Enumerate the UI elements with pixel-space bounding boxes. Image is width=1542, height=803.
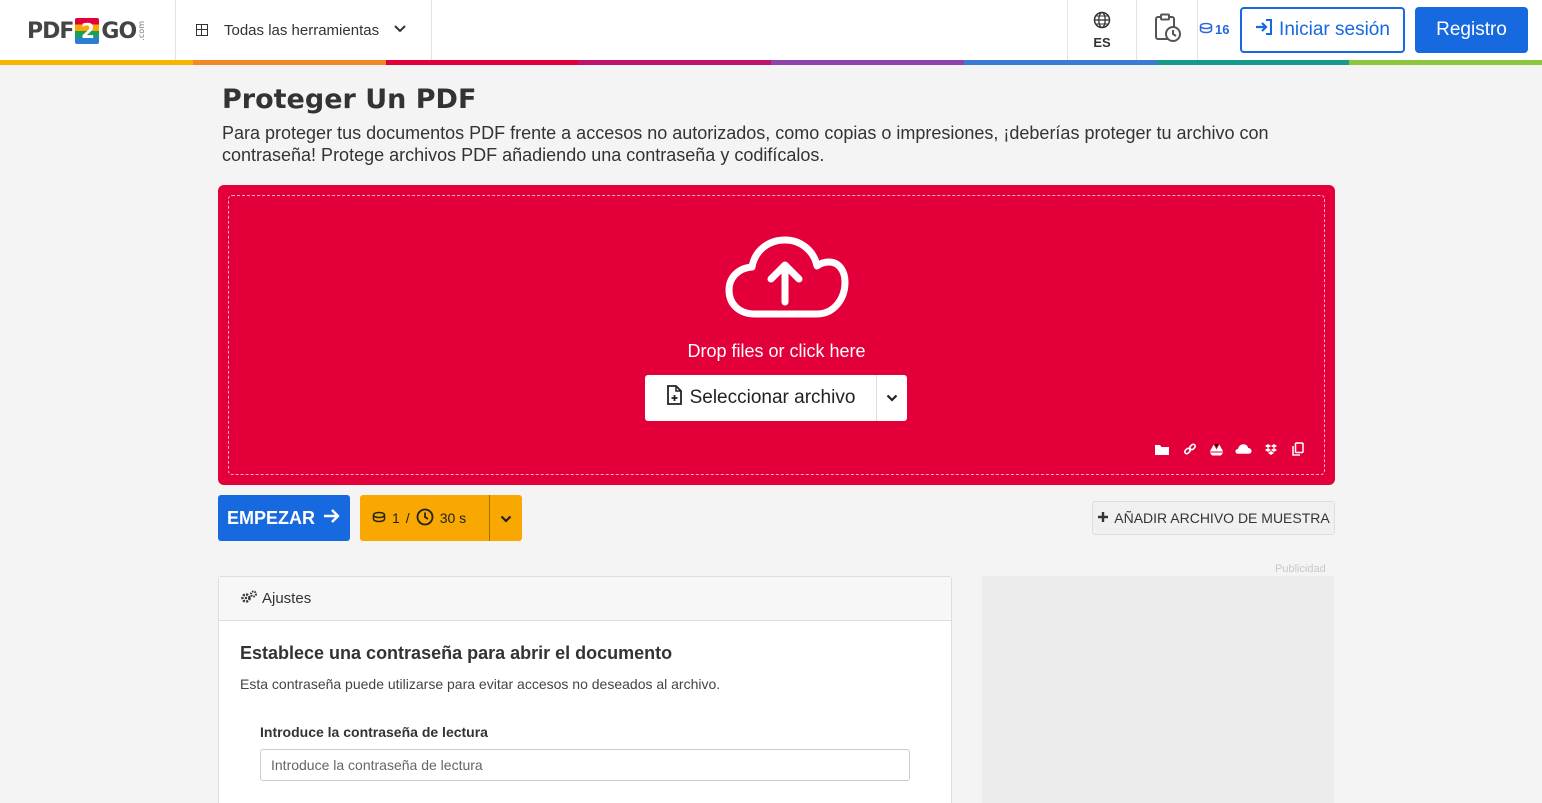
register-button[interactable]: Registro bbox=[1415, 7, 1528, 53]
settings-subtitle: Esta contraseña puede utilizarse para ev… bbox=[240, 676, 721, 692]
rainbow-segment bbox=[0, 60, 193, 65]
coin-stack-icon bbox=[1199, 22, 1213, 37]
rainbow-segment bbox=[192, 60, 386, 65]
rainbow-segment bbox=[771, 60, 964, 65]
chevron-down-icon bbox=[886, 389, 898, 407]
credits-counter[interactable]: 16 bbox=[1199, 22, 1229, 37]
all-tools-dropdown[interactable]: Todas las herramientas bbox=[176, 0, 432, 60]
ad-label: Publicidad bbox=[1275, 563, 1326, 575]
clipboard-icon[interactable] bbox=[1289, 442, 1306, 456]
cost-credits: 1 bbox=[392, 510, 400, 526]
add-sample-file-button[interactable]: AÑADIR ARCHIVO DE MUESTRA bbox=[1092, 501, 1335, 535]
divider bbox=[431, 0, 432, 60]
history-button[interactable] bbox=[1137, 0, 1197, 60]
globe-icon bbox=[1093, 11, 1111, 32]
rainbow-segment bbox=[1156, 60, 1350, 65]
plus-icon bbox=[1097, 510, 1109, 526]
cloud-upload-icon bbox=[725, 236, 849, 325]
select-file-label: Seleccionar archivo bbox=[689, 387, 856, 408]
rainbow-segment bbox=[1349, 60, 1542, 65]
logo-text-left: PDF bbox=[27, 18, 74, 44]
cost-info: 1 / 30 s bbox=[360, 495, 489, 541]
dropzone-prompt: Drop files or click here bbox=[687, 341, 866, 361]
login-button[interactable]: Iniciar sesión bbox=[1240, 7, 1405, 53]
file-add-icon bbox=[666, 385, 682, 411]
coin-stack-icon bbox=[372, 510, 386, 526]
language-selector[interactable]: ES bbox=[1068, 0, 1136, 60]
settings-header-label: Ajustes bbox=[262, 590, 312, 607]
onedrive-icon[interactable] bbox=[1235, 442, 1252, 456]
top-header: PDF 2 GO .com Todas las herramientas ES … bbox=[0, 0, 1542, 60]
chevron-down-icon bbox=[500, 510, 512, 526]
dropzone-inner: Drop files or click here Seleccionar arc… bbox=[228, 195, 1325, 475]
settings-body: Establece una contraseña para abrir el d… bbox=[219, 621, 951, 801]
settings-header: Ajustes bbox=[219, 577, 951, 621]
chevron-down-icon bbox=[393, 23, 407, 37]
cost-time: 30 s bbox=[439, 510, 467, 526]
ad-slot bbox=[982, 576, 1334, 803]
folder-icon[interactable] bbox=[1154, 442, 1171, 456]
select-source-dropdown[interactable] bbox=[876, 375, 907, 421]
rainbow-segment bbox=[385, 60, 579, 65]
login-label: Iniciar sesión bbox=[1279, 19, 1390, 40]
start-button[interactable]: EMPEZAR bbox=[218, 495, 350, 541]
language-code: ES bbox=[1093, 34, 1111, 50]
upload-sources bbox=[1154, 442, 1306, 456]
dropbox-icon[interactable] bbox=[1262, 442, 1279, 456]
link-icon[interactable] bbox=[1181, 442, 1198, 456]
cost-dropdown[interactable] bbox=[489, 495, 522, 541]
settings-panel: Ajustes Establece una contraseña para ab… bbox=[218, 576, 952, 803]
file-dropzone[interactable]: Drop files or click here Seleccionar arc… bbox=[218, 185, 1335, 485]
credits-value: 16 bbox=[1215, 22, 1230, 37]
page-description: Para proteger tus documentos PDF frente … bbox=[222, 123, 1269, 165]
logo-mark: 2 bbox=[75, 18, 100, 44]
arrow-right-icon bbox=[323, 508, 341, 529]
start-label: EMPEZAR bbox=[226, 507, 315, 528]
rainbow-bar bbox=[0, 60, 1542, 65]
settings-title: Establece una contraseña para abrir el d… bbox=[240, 643, 673, 663]
add-sample-label: AÑADIR ARCHIVO DE MUESTRA bbox=[1114, 510, 1330, 526]
google-drive-icon[interactable] bbox=[1208, 442, 1225, 456]
select-file-button-group: Seleccionar archivo bbox=[645, 375, 907, 421]
rainbow-segment bbox=[963, 60, 1157, 65]
gears-icon bbox=[240, 590, 258, 608]
rainbow-segment bbox=[578, 60, 771, 65]
read-password-input[interactable] bbox=[260, 749, 910, 781]
page-title: Proteger Un PDF bbox=[222, 84, 477, 115]
clipboard-clock-icon bbox=[1152, 13, 1182, 48]
logo-suffix: .com bbox=[137, 21, 147, 41]
select-file-button[interactable]: Seleccionar archivo bbox=[645, 375, 876, 421]
grid-icon bbox=[196, 24, 208, 36]
pdf2go-logo[interactable]: PDF 2 GO .com bbox=[27, 16, 146, 46]
conversion-cost-button[interactable]: 1 / 30 s bbox=[360, 495, 522, 541]
register-label: Registro bbox=[1436, 19, 1507, 40]
clock-icon bbox=[416, 508, 434, 529]
sign-in-icon bbox=[1255, 19, 1273, 41]
cost-separator: / bbox=[405, 510, 410, 526]
read-password-label: Introduce la contraseña de lectura bbox=[260, 724, 488, 740]
logo-text-right: GO bbox=[101, 18, 137, 44]
all-tools-label: Todas las herramientas bbox=[224, 21, 380, 39]
divider bbox=[1197, 0, 1198, 60]
